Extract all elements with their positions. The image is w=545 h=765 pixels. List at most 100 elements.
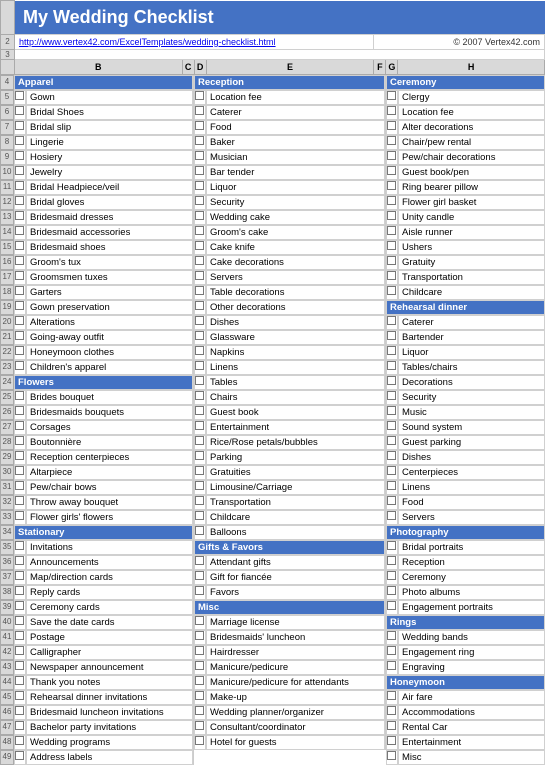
checkbox[interactable] — [387, 271, 396, 280]
checkbox[interactable] — [387, 481, 396, 490]
checkbox[interactable] — [15, 436, 24, 445]
checkbox[interactable] — [195, 571, 204, 580]
checkbox[interactable] — [387, 376, 396, 385]
checkbox[interactable] — [387, 391, 396, 400]
checkbox[interactable] — [15, 466, 24, 475]
checkbox[interactable] — [15, 286, 24, 295]
checkbox[interactable] — [195, 391, 204, 400]
checkbox[interactable] — [195, 526, 204, 535]
checkbox[interactable] — [15, 406, 24, 415]
checkbox[interactable] — [15, 646, 24, 655]
checkbox[interactable] — [387, 136, 396, 145]
checkbox[interactable] — [15, 421, 24, 430]
checkbox[interactable] — [387, 691, 396, 700]
checkbox[interactable] — [15, 631, 24, 640]
checkbox[interactable] — [387, 181, 396, 190]
checkbox[interactable] — [15, 301, 24, 310]
checkbox[interactable] — [387, 361, 396, 370]
checkbox[interactable] — [387, 631, 396, 640]
checkbox[interactable] — [387, 646, 396, 655]
checkbox[interactable] — [15, 556, 24, 565]
checkbox[interactable] — [15, 151, 24, 160]
checkbox[interactable] — [195, 226, 204, 235]
checkbox[interactable] — [195, 646, 204, 655]
checkbox[interactable] — [387, 541, 396, 550]
checkbox[interactable] — [387, 226, 396, 235]
checkbox[interactable] — [195, 721, 204, 730]
checkbox[interactable] — [15, 196, 24, 205]
checkbox[interactable] — [15, 451, 24, 460]
checkbox[interactable] — [15, 511, 24, 520]
checkbox[interactable] — [195, 361, 204, 370]
checkbox[interactable] — [387, 511, 396, 520]
checkbox[interactable] — [387, 256, 396, 265]
checkbox[interactable] — [387, 751, 396, 760]
checkbox[interactable] — [195, 316, 204, 325]
checkbox[interactable] — [15, 256, 24, 265]
checkbox[interactable] — [195, 661, 204, 670]
checkbox[interactable] — [387, 286, 396, 295]
checkbox[interactable] — [15, 211, 24, 220]
checkbox[interactable] — [15, 181, 24, 190]
checkbox[interactable] — [387, 316, 396, 325]
checkbox[interactable] — [195, 451, 204, 460]
checkbox[interactable] — [387, 706, 396, 715]
checkbox[interactable] — [15, 241, 24, 250]
checkbox[interactable] — [195, 481, 204, 490]
checkbox[interactable] — [15, 541, 24, 550]
checkbox[interactable] — [195, 466, 204, 475]
checkbox[interactable] — [195, 181, 204, 190]
checkbox[interactable] — [387, 436, 396, 445]
checkbox[interactable] — [195, 631, 204, 640]
checkbox[interactable] — [15, 616, 24, 625]
checkbox[interactable] — [387, 736, 396, 745]
checkbox[interactable] — [387, 586, 396, 595]
checkbox[interactable] — [15, 331, 24, 340]
checkbox[interactable] — [195, 346, 204, 355]
checkbox[interactable] — [387, 661, 396, 670]
checkbox[interactable] — [15, 706, 24, 715]
checkbox[interactable] — [195, 301, 204, 310]
checkbox[interactable] — [15, 571, 24, 580]
checkbox[interactable] — [195, 406, 204, 415]
checkbox[interactable] — [195, 496, 204, 505]
checkbox[interactable] — [387, 721, 396, 730]
checkbox[interactable] — [15, 586, 24, 595]
checkbox[interactable] — [15, 226, 24, 235]
checkbox[interactable] — [15, 316, 24, 325]
checkbox[interactable] — [387, 196, 396, 205]
checkbox[interactable] — [195, 196, 204, 205]
checkbox[interactable] — [387, 496, 396, 505]
checkbox[interactable] — [195, 256, 204, 265]
checkbox[interactable] — [15, 676, 24, 685]
checkbox[interactable] — [387, 451, 396, 460]
checkbox[interactable] — [387, 556, 396, 565]
checkbox[interactable] — [195, 421, 204, 430]
checkbox[interactable] — [387, 571, 396, 580]
checkbox[interactable] — [387, 106, 396, 115]
checkbox[interactable] — [387, 91, 396, 100]
checkbox[interactable] — [195, 691, 204, 700]
checkbox[interactable] — [387, 601, 396, 610]
checkbox[interactable] — [15, 91, 24, 100]
checkbox[interactable] — [195, 436, 204, 445]
checkbox[interactable] — [195, 586, 204, 595]
checkbox[interactable] — [15, 136, 24, 145]
checkbox[interactable] — [195, 736, 204, 745]
checkbox[interactable] — [15, 691, 24, 700]
checkbox[interactable] — [195, 121, 204, 130]
checkbox[interactable] — [387, 151, 396, 160]
checkbox[interactable] — [15, 496, 24, 505]
checkbox[interactable] — [15, 361, 24, 370]
checkbox[interactable] — [387, 406, 396, 415]
checkbox[interactable] — [15, 661, 24, 670]
checkbox[interactable] — [195, 556, 204, 565]
checkbox[interactable] — [195, 136, 204, 145]
checkbox[interactable] — [195, 271, 204, 280]
checkbox[interactable] — [195, 511, 204, 520]
checkbox[interactable] — [195, 331, 204, 340]
checkbox[interactable] — [195, 166, 204, 175]
checkbox[interactable] — [387, 421, 396, 430]
checkbox[interactable] — [195, 211, 204, 220]
checkbox[interactable] — [15, 166, 24, 175]
